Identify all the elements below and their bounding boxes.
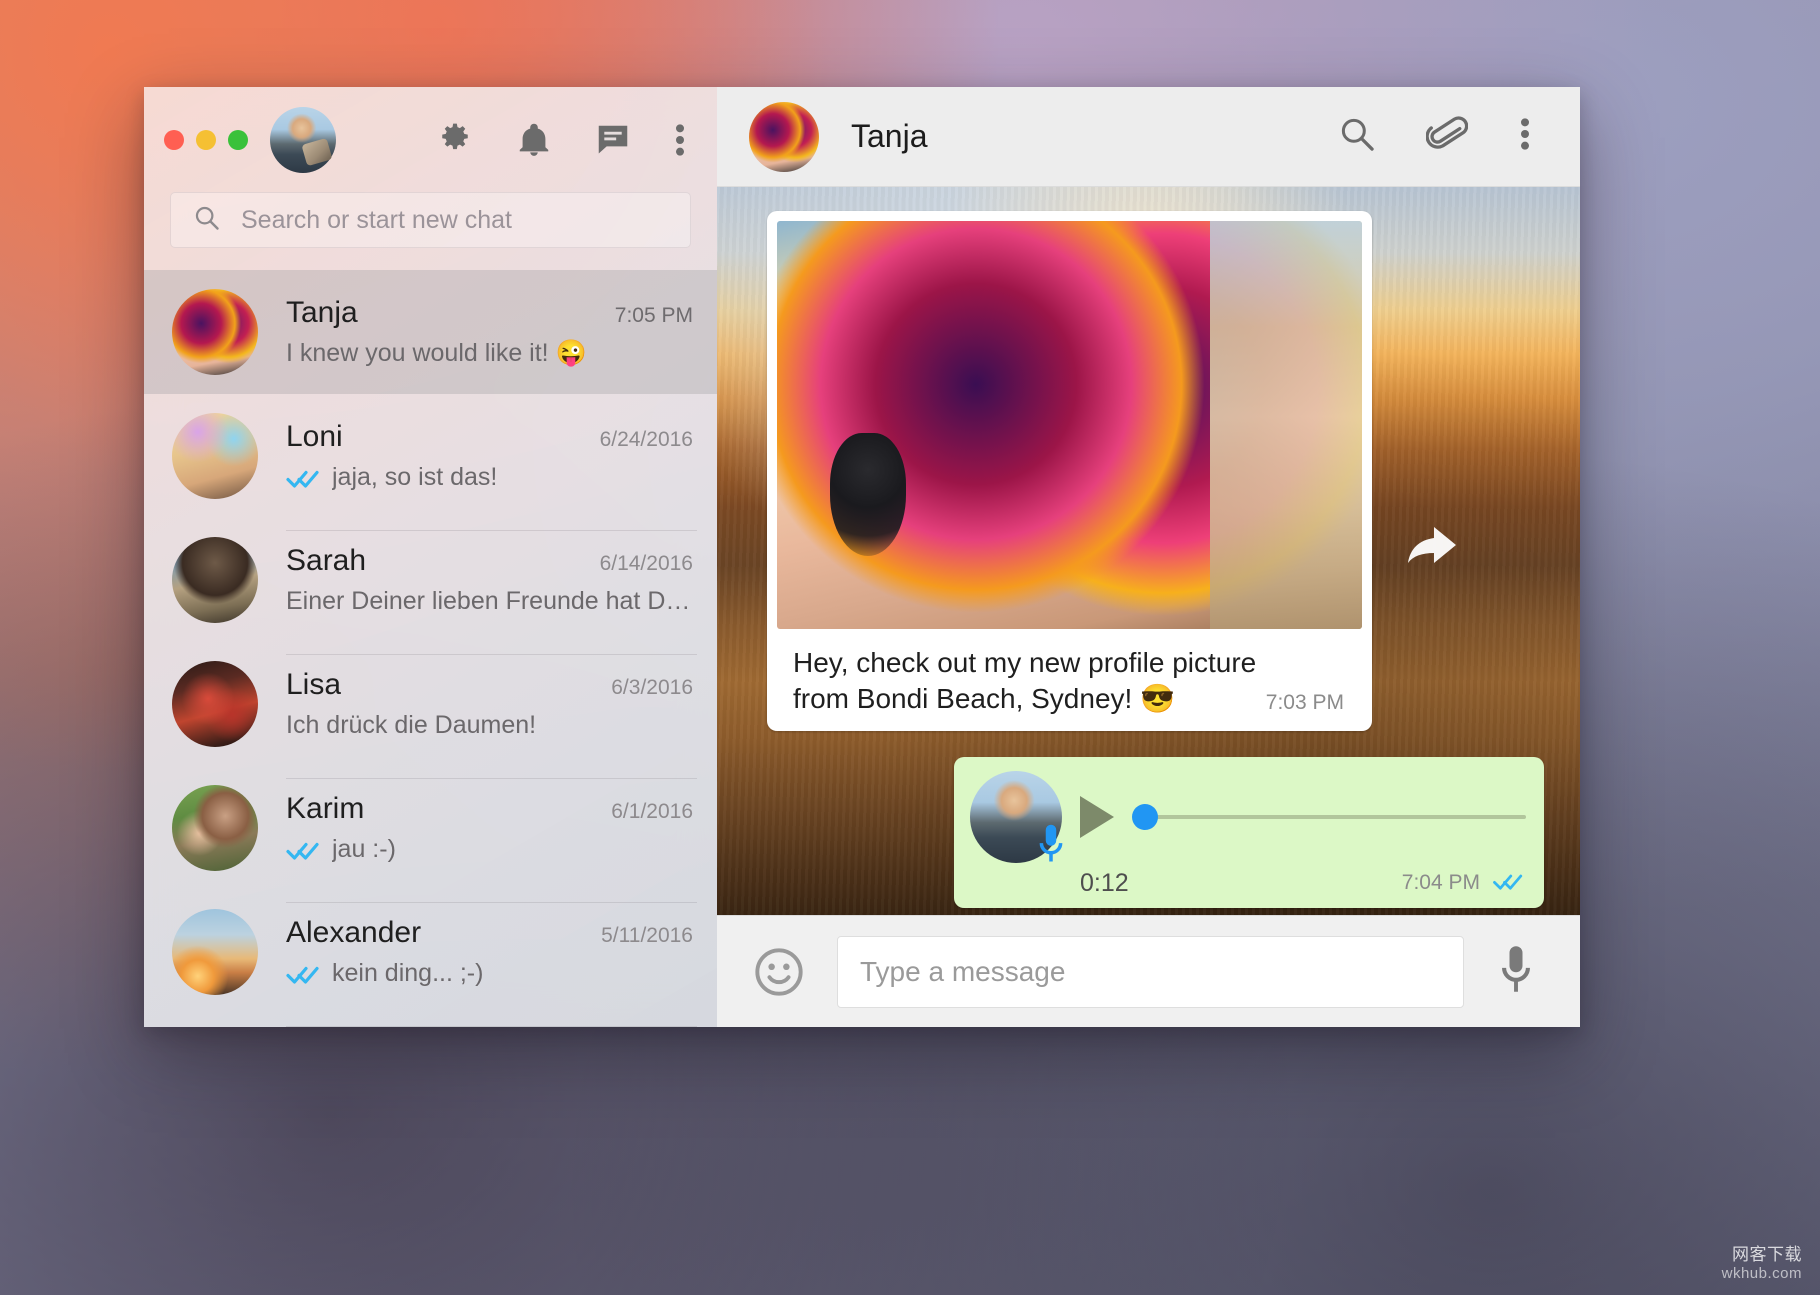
maximize-window-button[interactable] bbox=[228, 129, 248, 150]
watermark-line1: 网客下载 bbox=[1732, 1245, 1802, 1265]
chat-header: Tanja bbox=[717, 87, 1580, 187]
chat-preview: jau :-) bbox=[332, 835, 396, 863]
message-input[interactable] bbox=[860, 955, 1441, 988]
chat-list-item-alexander[interactable]: Alexander 5/11/2016 kein ding... ;-) bbox=[144, 890, 717, 1027]
chat-list-item-tanja[interactable]: Tanja 7:05 PM I knew you would like it! … bbox=[144, 270, 717, 394]
minimize-window-button[interactable] bbox=[196, 129, 216, 150]
avatar bbox=[172, 413, 258, 499]
chat-list-item-sarah[interactable]: Sarah 6/14/2016 Einer Deiner lieben Freu… bbox=[144, 518, 717, 655]
message-timestamp: 7:03 PM bbox=[1265, 690, 1344, 714]
chat-preview: Einer Deiner lieben Freunde hat Dir… bbox=[286, 587, 693, 615]
message-bubble-voice[interactable]: 0:12 7:04 PM bbox=[954, 756, 1544, 908]
chat-name: Loni bbox=[286, 420, 343, 453]
double-check-icon bbox=[286, 963, 322, 985]
double-check-icon bbox=[286, 839, 322, 861]
profile-avatar[interactable] bbox=[270, 106, 336, 173]
chat-name: Alexander bbox=[286, 916, 422, 949]
chat-timestamp: 7:05 PM bbox=[614, 304, 693, 327]
chat-timestamp: 5/11/2016 bbox=[601, 924, 693, 947]
message-caption: Hey, check out my new profile picture fr… bbox=[793, 647, 1257, 714]
smiley-icon[interactable] bbox=[753, 946, 805, 998]
watermark-line2: wkhub.com bbox=[1721, 1265, 1802, 1283]
chat-name: Sarah bbox=[286, 544, 367, 577]
chat-timestamp: 6/1/2016 bbox=[611, 800, 693, 823]
message-composer bbox=[717, 915, 1580, 1027]
chat-list-item-karim[interactable]: Karim 6/1/2016 jau :-) bbox=[144, 766, 717, 903]
slider-track bbox=[1154, 814, 1526, 819]
contact-avatar[interactable] bbox=[749, 101, 819, 172]
close-window-button[interactable] bbox=[164, 129, 184, 150]
double-check-icon bbox=[286, 467, 322, 489]
microphone-icon bbox=[1036, 823, 1066, 865]
chat-preview: I knew you would like it! 😜 bbox=[286, 339, 587, 367]
avatar bbox=[172, 909, 258, 995]
whatsapp-window: Tanja 7:05 PM I knew you would like it! … bbox=[144, 87, 1580, 1027]
play-button[interactable] bbox=[1080, 795, 1114, 838]
message-list[interactable]: Hey, check out my new profile picture fr… bbox=[717, 187, 1580, 915]
chat-preview: kein ding... ;-) bbox=[332, 959, 484, 987]
audio-duration: 0:12 bbox=[1080, 868, 1129, 897]
message-input-box[interactable] bbox=[837, 935, 1464, 1008]
search-icon[interactable] bbox=[1338, 115, 1376, 158]
forward-arrow-icon[interactable] bbox=[1406, 523, 1458, 572]
avatar bbox=[172, 537, 258, 623]
audio-progress-slider[interactable] bbox=[1132, 803, 1526, 830]
search-container bbox=[144, 192, 717, 270]
search-icon bbox=[193, 204, 221, 237]
voice-sender-avatar bbox=[970, 770, 1063, 863]
sidebar: Tanja 7:05 PM I knew you would like it! … bbox=[144, 87, 717, 1027]
watermark: 网客下载 wkhub.com bbox=[1722, 1245, 1802, 1283]
chat-preview: Ich drück die Daumen! bbox=[286, 711, 537, 739]
double-check-icon bbox=[1492, 871, 1526, 896]
chat-name: Lisa bbox=[286, 668, 342, 701]
contact-name: Tanja bbox=[851, 118, 928, 154]
avatar bbox=[172, 289, 258, 375]
paperclip-icon[interactable] bbox=[1425, 113, 1469, 160]
chat-list-item-lisa[interactable]: Lisa 6/3/2016 Ich drück die Daumen! bbox=[144, 642, 717, 779]
chat-timestamp: 6/24/2016 bbox=[599, 428, 693, 451]
chat-icon[interactable] bbox=[593, 121, 633, 159]
chat-timestamp: 6/3/2016 bbox=[611, 676, 693, 699]
chat-header-actions bbox=[1338, 113, 1532, 160]
more-vertical-icon[interactable] bbox=[1518, 114, 1532, 159]
message-photo[interactable] bbox=[777, 221, 1362, 629]
bell-icon[interactable] bbox=[515, 120, 553, 160]
chat-panel: Tanja Hey, check out my new profile pict… bbox=[717, 87, 1580, 1027]
chat-name: Tanja bbox=[286, 296, 358, 329]
avatar bbox=[172, 661, 258, 747]
gear-icon[interactable] bbox=[435, 120, 475, 160]
chat-timestamp: 6/14/2016 bbox=[599, 552, 693, 575]
message-bubble-image[interactable]: Hey, check out my new profile picture fr… bbox=[767, 211, 1372, 731]
slider-knob[interactable] bbox=[1132, 803, 1158, 830]
chat-name: Karim bbox=[286, 792, 365, 825]
sidebar-header bbox=[144, 87, 717, 192]
window-traffic-lights bbox=[164, 129, 248, 150]
chat-list[interactable]: Tanja 7:05 PM I knew you would like it! … bbox=[144, 270, 717, 1027]
search-input[interactable] bbox=[241, 205, 668, 235]
chat-preview: jaja, so ist das! bbox=[332, 463, 498, 491]
message-timestamp: 7:04 PM bbox=[1401, 871, 1480, 895]
avatar bbox=[172, 785, 258, 871]
more-vertical-icon[interactable] bbox=[673, 120, 687, 160]
microphone-icon[interactable] bbox=[1496, 943, 1536, 1000]
chat-list-item-loni[interactable]: Loni 6/24/2016 jaja, so ist das! bbox=[144, 394, 717, 531]
search-box[interactable] bbox=[170, 192, 691, 248]
sidebar-toolbar bbox=[435, 120, 693, 160]
